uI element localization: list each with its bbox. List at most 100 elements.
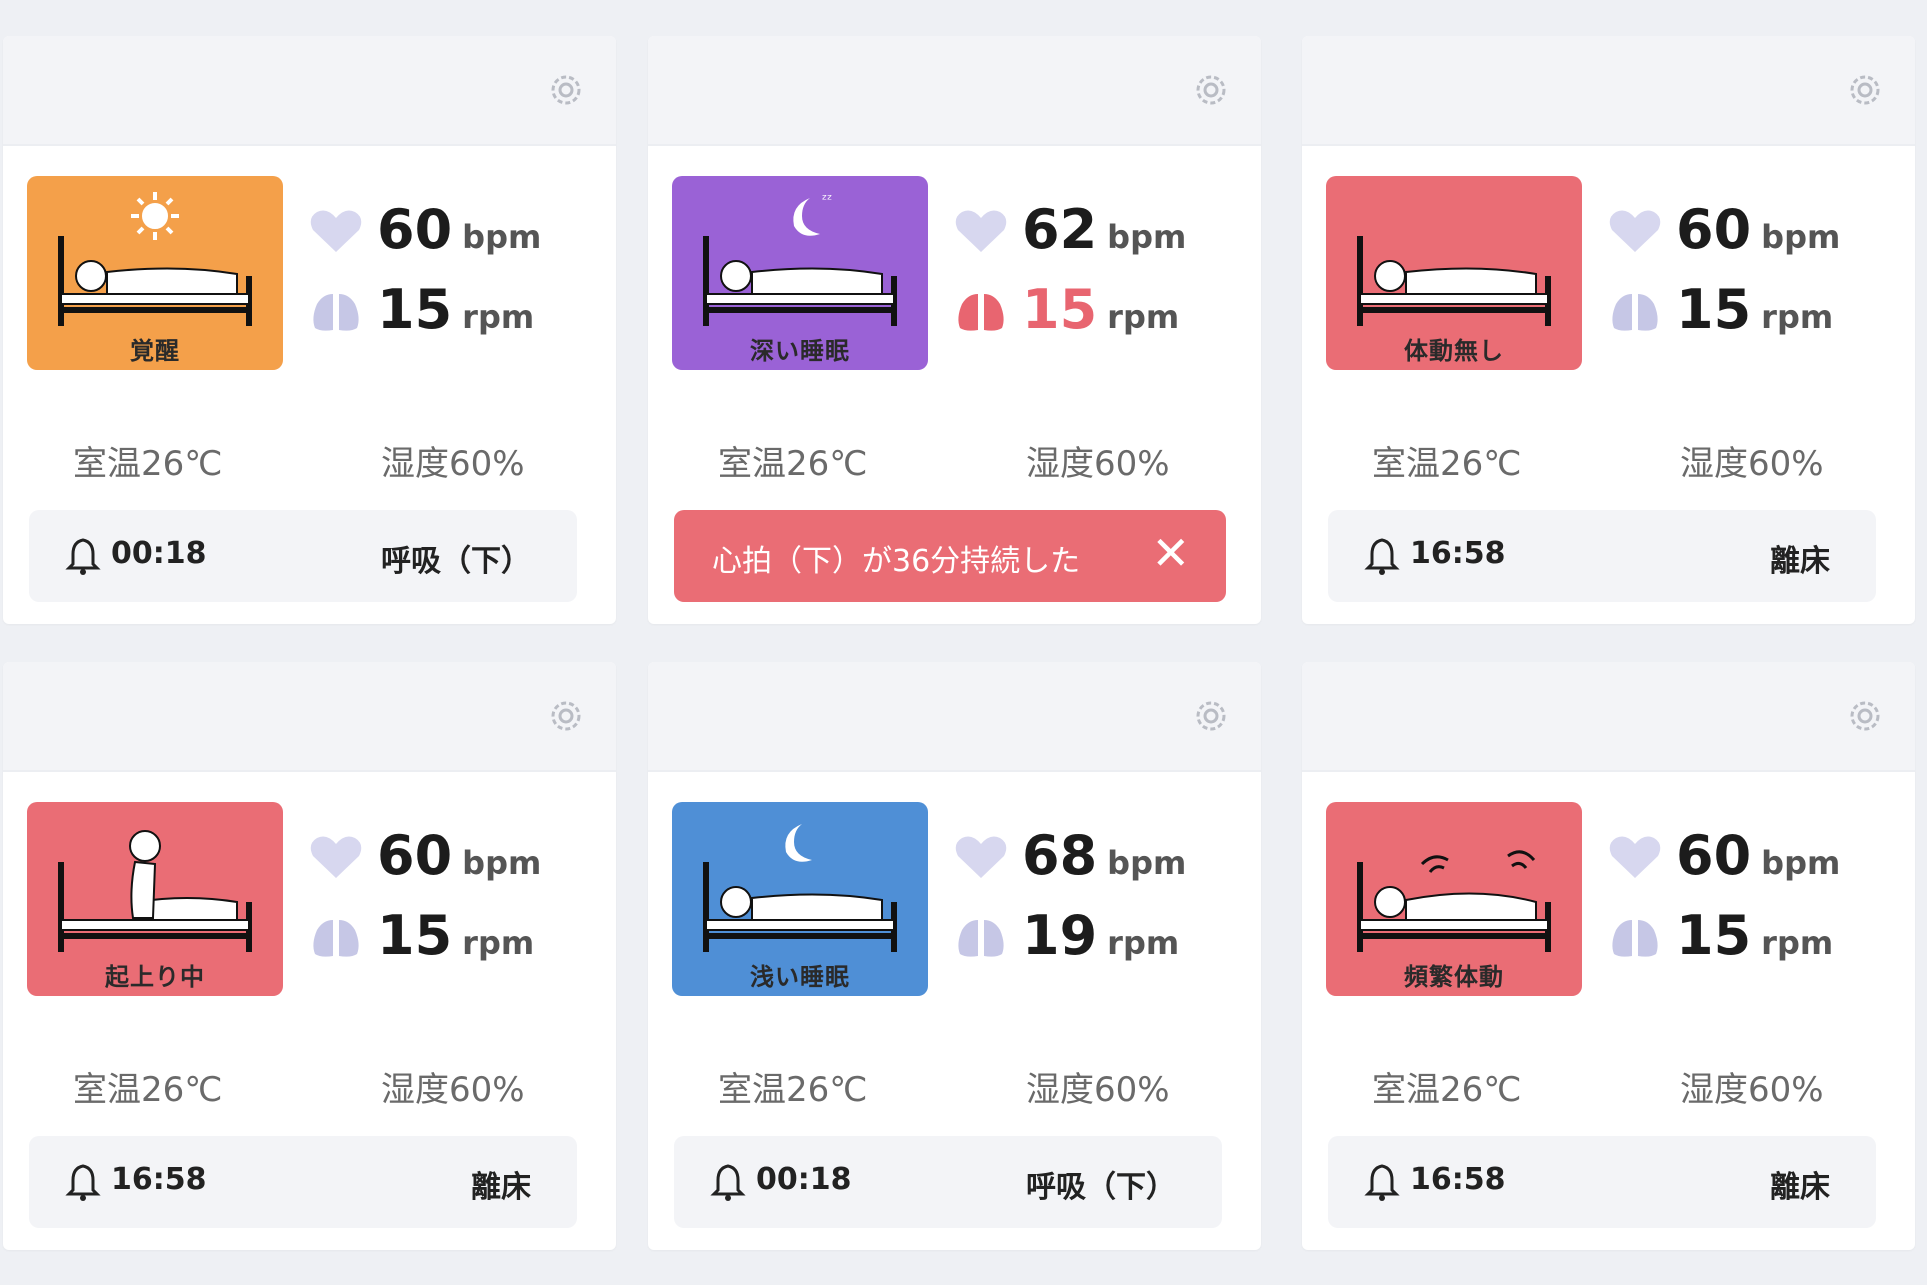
heart-icon (1609, 210, 1661, 252)
resp-rate-value: 15 (1676, 278, 1752, 341)
room-environment: 室温26℃ 湿度60% (1302, 1062, 1915, 1122)
active-alert-banner[interactable]: 心拍（下）が36分持続した ✕ (674, 510, 1226, 602)
gear-icon[interactable] (1191, 70, 1231, 110)
bell-icon (65, 538, 101, 575)
room-environment: 室温26℃ 湿度60% (1302, 436, 1915, 496)
room-temperature: 室温26℃ (718, 1070, 868, 1110)
resp-rate-value: 19 (1022, 904, 1098, 967)
resp-rate-unit: rpm (1107, 298, 1180, 336)
status-box: ᶻᶻ 深い睡眠 (672, 176, 928, 370)
bed-card[interactable]: 起上り中 60 bpm 15 rpm 室温26℃ 湿度60% 16:58 離床 (3, 662, 616, 1250)
moon-icon (785, 824, 812, 862)
heart-rate-value: 68 (1022, 824, 1098, 887)
lungs-icon (313, 920, 359, 957)
bell-icon (1364, 1164, 1400, 1201)
heart-rate-row: 60 bpm (1608, 824, 1908, 904)
card-header (1302, 662, 1915, 772)
last-alert[interactable]: 16:58 離床 (1328, 510, 1876, 602)
sun-icon (131, 192, 179, 240)
heart-rate-unit: bpm (462, 218, 542, 256)
heart-rate-value: 60 (1676, 824, 1752, 887)
status-box: 体動無し (1326, 176, 1582, 370)
heart-icon (1609, 836, 1661, 878)
heart-rate-row: 62 bpm (954, 198, 1254, 278)
bed-card[interactable]: 浅い睡眠 68 bpm 19 rpm 室温26℃ 湿度60% 00:18 呼吸（… (648, 662, 1261, 1250)
resp-rate-value: 15 (1676, 904, 1752, 967)
room-environment: 室温26℃ 湿度60% (648, 1062, 1261, 1122)
status-label: 起上り中 (105, 963, 205, 991)
last-alert[interactable]: 00:18 呼吸（下） (29, 510, 577, 602)
bed-card[interactable]: 覚醒 60 bpm 15 rpm 室温26℃ 湿度60% 00:18 呼吸（下） (3, 36, 616, 624)
room-humidity: 湿度60% (1680, 444, 1824, 484)
resp-rate-value: 15 (1022, 278, 1098, 341)
gear-icon[interactable] (1845, 70, 1885, 110)
heart-icon (310, 210, 362, 252)
lungs-icon (1612, 920, 1658, 957)
resp-rate-unit: rpm (1761, 924, 1834, 962)
room-humidity: 湿度60% (1026, 1070, 1170, 1110)
heart-rate-row: 60 bpm (309, 198, 609, 278)
alert-message: 心拍（下）が36分持続した (712, 544, 1081, 579)
resp-rate-value: 15 (377, 904, 453, 967)
room-temperature: 室温26℃ (718, 444, 868, 484)
vitals: 60 bpm 15 rpm (1608, 824, 1908, 984)
heart-icon (955, 210, 1007, 252)
close-icon[interactable]: ✕ (1151, 526, 1190, 580)
bed-monitor-grid: 覚醒 60 bpm 15 rpm 室温26℃ 湿度60% 00:18 呼吸（下）… (0, 0, 1927, 1285)
lungs-icon (958, 920, 1004, 957)
room-temperature: 室温26℃ (73, 1070, 223, 1110)
vitals: 60 bpm 15 rpm (309, 198, 609, 358)
gear-icon[interactable] (1191, 696, 1231, 736)
alert-event: 呼吸（下） (1026, 1170, 1176, 1205)
room-environment: 室温26℃ 湿度60% (3, 1062, 616, 1122)
room-humidity: 湿度60% (1680, 1070, 1824, 1110)
heart-rate-unit: bpm (1107, 844, 1187, 882)
room-temperature: 室温26℃ (73, 444, 223, 484)
lungs-icon (958, 294, 1004, 331)
alert-time: 16:58 (111, 1162, 207, 1197)
resp-rate-row: 15 rpm (1608, 904, 1908, 984)
heart-rate-unit: bpm (1761, 218, 1841, 256)
alert-time: 16:58 (1410, 1162, 1506, 1197)
heart-rate-value: 60 (377, 824, 453, 887)
status-label: 覚醒 (130, 337, 180, 365)
bed-card[interactable]: ᶻᶻ 深い睡眠 62 bpm 15 rpm 室温26℃ 湿度60% 心拍（下）が… (648, 36, 1261, 624)
moon-icon (793, 198, 820, 236)
alert-event: 離床 (1770, 544, 1830, 579)
bell-icon (1364, 538, 1400, 575)
alert-time: 16:58 (1410, 536, 1506, 571)
card-header (1302, 36, 1915, 146)
bed-card[interactable]: 体動無し 60 bpm 15 rpm 室温26℃ 湿度60% 16:58 離床 (1302, 36, 1915, 624)
status-box: 浅い睡眠 (672, 802, 928, 996)
alert-time: 00:18 (111, 536, 207, 571)
motion-lines-icon (1420, 850, 1536, 873)
alert-event: 離床 (1770, 1170, 1830, 1205)
bell-icon (710, 1164, 746, 1201)
resp-rate-unit: rpm (462, 298, 535, 336)
vitals: 62 bpm 15 rpm (954, 198, 1254, 358)
vitals: 60 bpm 15 rpm (309, 824, 609, 984)
last-alert[interactable]: 16:58 離床 (1328, 1136, 1876, 1228)
resp-rate-unit: rpm (1107, 924, 1180, 962)
room-environment: 室温26℃ 湿度60% (3, 436, 616, 496)
last-alert[interactable]: 00:18 呼吸（下） (674, 1136, 1222, 1228)
bed-card[interactable]: 頻繁体動 60 bpm 15 rpm 室温26℃ 湿度60% 16:58 離床 (1302, 662, 1915, 1250)
heart-rate-row: 60 bpm (309, 824, 609, 904)
heart-rate-value: 62 (1022, 198, 1098, 261)
status-label: 浅い睡眠 (750, 963, 850, 991)
bell-icon (65, 1164, 101, 1201)
heart-icon (310, 836, 362, 878)
heart-rate-row: 60 bpm (1608, 198, 1908, 278)
resp-rate-unit: rpm (1761, 298, 1834, 336)
card-header (3, 662, 616, 772)
last-alert[interactable]: 16:58 離床 (29, 1136, 577, 1228)
resp-rate-row: 15 rpm (309, 904, 609, 984)
card-header (648, 36, 1261, 146)
status-box: 起上り中 (27, 802, 283, 996)
gear-icon[interactable] (546, 70, 586, 110)
room-temperature: 室温26℃ (1372, 444, 1522, 484)
gear-icon[interactable] (546, 696, 586, 736)
lungs-icon (313, 294, 359, 331)
gear-icon[interactable] (1845, 696, 1885, 736)
heart-rate-row: 68 bpm (954, 824, 1254, 904)
